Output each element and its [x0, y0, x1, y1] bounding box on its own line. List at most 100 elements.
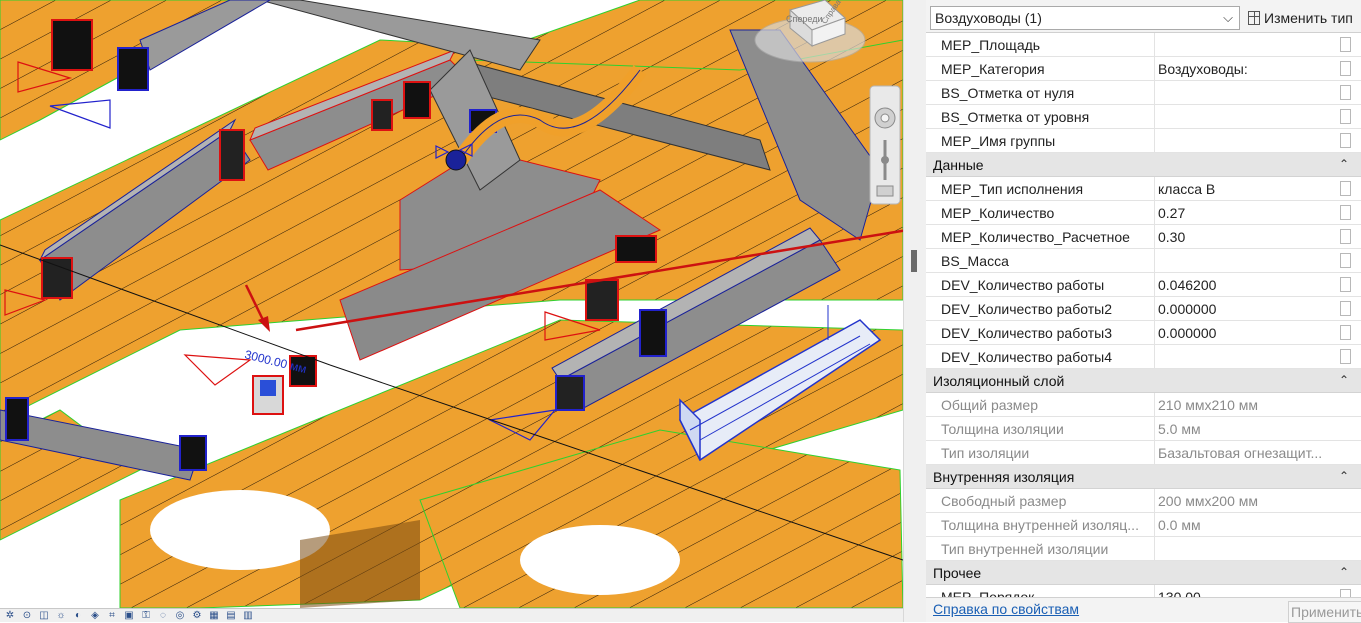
associate-parameter-button[interactable] — [1340, 589, 1351, 597]
property-group-header[interactable]: Изоляционный слой ⌃ — [926, 369, 1361, 393]
property-row[interactable]: BS_Масса — [926, 249, 1361, 273]
property-row[interactable]: DEV_Количество работы3 0.000000 — [926, 321, 1361, 345]
property-row[interactable]: BS_Отметка от нуля — [926, 81, 1361, 105]
property-value[interactable]: 0.27 — [1154, 201, 1337, 225]
edit-type-label: Изменить тип — [1264, 10, 1353, 26]
sun-path-icon[interactable]: ☼ — [54, 610, 68, 622]
constraints-icon[interactable]: ▥ — [241, 610, 255, 622]
associate-parameter-button[interactable] — [1340, 85, 1351, 100]
collapse-icon[interactable]: ⌃ — [1339, 369, 1349, 391]
property-row[interactable]: Тип внутренней изоляции — [926, 537, 1361, 561]
viewport-canvas[interactable]: 3000.00 мм Спереди Справа — [0, 0, 903, 608]
highlight-icon[interactable]: ▤ — [224, 610, 238, 622]
properties-help-link[interactable]: Справка по свойствам — [933, 601, 1079, 617]
property-value[interactable] — [1154, 345, 1337, 369]
associate-parameter-button[interactable] — [1340, 349, 1351, 364]
property-value[interactable]: 0.000000 — [1154, 297, 1337, 321]
associate-parameter-button[interactable] — [1340, 205, 1351, 220]
edit-type-button[interactable]: Изменить тип — [1248, 6, 1353, 30]
splitter-grip[interactable] — [911, 250, 917, 272]
associate-parameter-button[interactable] — [1340, 133, 1351, 148]
worksharing-icon[interactable]: ⚙ — [190, 610, 204, 622]
lock-view-icon[interactable]: ⚿ — [139, 610, 153, 622]
property-row[interactable]: DEV_Количество работы2 0.000000 — [926, 297, 1361, 321]
property-value[interactable] — [1154, 33, 1337, 57]
property-name: Толщина изоляции — [941, 421, 1064, 437]
property-name: Тип внутренней изоляции — [941, 541, 1109, 557]
analysis-icon[interactable]: ▦ — [207, 610, 221, 622]
associate-parameter-button[interactable] — [1340, 181, 1351, 196]
view-control-bar[interactable]: ✲ ⊙ ◫ ☼ ◐ ◈ ⌗ ▣ ⚿ ◌ ◎ ⚙ ▦ ▤ ▥ — [0, 608, 903, 622]
property-row[interactable]: DEV_Количество работы4 — [926, 345, 1361, 369]
associate-parameter-button[interactable] — [1340, 325, 1351, 340]
property-row[interactable]: BS_Отметка от уровня — [926, 105, 1361, 129]
associate-parameter-button[interactable] — [1340, 61, 1351, 76]
associate-parameter-button[interactable] — [1340, 37, 1351, 52]
property-value[interactable] — [1154, 105, 1337, 129]
property-name: MEP_Тип исполнения — [941, 181, 1084, 197]
show-crop-icon[interactable]: ▣ — [122, 610, 136, 622]
property-group-header[interactable]: Внутренняя изоляция ⌃ — [926, 465, 1361, 489]
property-value[interactable]: Воздуховоды: — [1154, 57, 1337, 81]
visual-style-icon[interactable]: ◫ — [37, 610, 51, 622]
property-row[interactable]: MEP_Площадь — [926, 33, 1361, 57]
detail-level-icon[interactable]: ⊙ — [20, 610, 34, 622]
property-row[interactable]: Толщина изоляции 5.0 мм — [926, 417, 1361, 441]
property-value[interactable] — [1154, 249, 1337, 273]
panel-splitter[interactable] — [903, 0, 926, 622]
associate-parameter-button[interactable] — [1340, 277, 1351, 292]
property-value[interactable]: класса В — [1154, 177, 1337, 201]
property-row[interactable]: MEP_Количество 0.27 — [926, 201, 1361, 225]
property-name: MEP_Количество — [941, 205, 1055, 221]
property-name: Толщина внутренней изоляц... — [941, 517, 1139, 533]
property-row[interactable]: MEP_Порядок 130.00 — [926, 585, 1361, 597]
property-name: MEP_Количество_Расчетное — [941, 229, 1130, 245]
scale-icon[interactable]: ✲ — [3, 610, 17, 622]
properties-panel: Воздуховоды (1) ⌵ Изменить тип MEP_Площа… — [926, 0, 1361, 623]
crop-view-icon[interactable]: ⌗ — [105, 610, 119, 622]
property-row[interactable]: MEP_Количество_Расчетное 0.30 — [926, 225, 1361, 249]
associate-parameter-button[interactable] — [1340, 109, 1351, 124]
edit-type-icon — [1248, 11, 1260, 25]
property-row[interactable]: Свободный размер 200 ммx200 мм — [926, 489, 1361, 513]
property-value[interactable]: 0.30 — [1154, 225, 1337, 249]
temp-hide-icon[interactable]: ◌ — [156, 610, 170, 622]
property-value[interactable] — [1154, 129, 1337, 153]
property-row[interactable]: Толщина внутренней изоляц... 0.0 мм — [926, 513, 1361, 537]
navigation-bar[interactable] — [869, 85, 901, 205]
property-value — [1154, 537, 1337, 561]
property-row[interactable]: MEP_Тип исполнения класса В — [926, 177, 1361, 201]
associate-parameter-button[interactable] — [1340, 229, 1351, 244]
collapse-icon[interactable]: ⌃ — [1339, 465, 1349, 487]
property-group-title: Изоляционный слой — [933, 373, 1065, 389]
associate-parameter-button[interactable] — [1340, 253, 1351, 268]
property-row[interactable]: Тип изоляции Базальтовая огнезащит... — [926, 441, 1361, 465]
associate-parameter-button[interactable] — [1340, 301, 1351, 316]
property-row[interactable]: MEP_Категория Воздуховоды: — [926, 57, 1361, 81]
properties-header: Воздуховоды (1) ⌵ Изменить тип — [926, 0, 1361, 33]
property-row[interactable]: Общий размер 210 ммx210 мм — [926, 393, 1361, 417]
property-value[interactable] — [1154, 81, 1337, 105]
shadows-icon[interactable]: ◐ — [71, 610, 85, 622]
type-selector-dropdown[interactable]: Воздуховоды (1) ⌵ — [930, 6, 1240, 30]
property-name: MEP_Категория — [941, 61, 1045, 77]
property-group-header[interactable]: Прочее ⌃ — [926, 561, 1361, 585]
properties-grid[interactable]: MEP_Площадь MEP_Категория Воздуховоды: BS_О… — [926, 33, 1361, 597]
reveal-hidden-icon[interactable]: ◎ — [173, 610, 187, 622]
chevron-down-icon[interactable]: ⌵ — [1223, 10, 1233, 26]
property-value[interactable]: 0.046200 — [1154, 273, 1337, 297]
property-name: Общий размер — [941, 397, 1038, 413]
property-group-header[interactable]: Данные ⌃ — [926, 153, 1361, 177]
dimension-label: 3000.00 мм — [243, 347, 308, 376]
model-viewport[interactable]: 3000.00 мм Спереди Справа — [0, 0, 903, 608]
render-icon[interactable]: ◈ — [88, 610, 102, 622]
collapse-icon[interactable]: ⌃ — [1339, 153, 1349, 175]
property-name: BS_Масса — [941, 253, 1009, 269]
apply-button[interactable]: Применить — [1288, 601, 1361, 623]
property-row[interactable]: MEP_Имя группы — [926, 129, 1361, 153]
property-value[interactable]: 130.00 — [1154, 585, 1337, 597]
collapse-icon[interactable]: ⌃ — [1339, 561, 1349, 583]
property-name: DEV_Количество работы3 — [941, 325, 1112, 341]
property-value[interactable]: 0.000000 — [1154, 321, 1337, 345]
property-row[interactable]: DEV_Количество работы 0.046200 — [926, 273, 1361, 297]
